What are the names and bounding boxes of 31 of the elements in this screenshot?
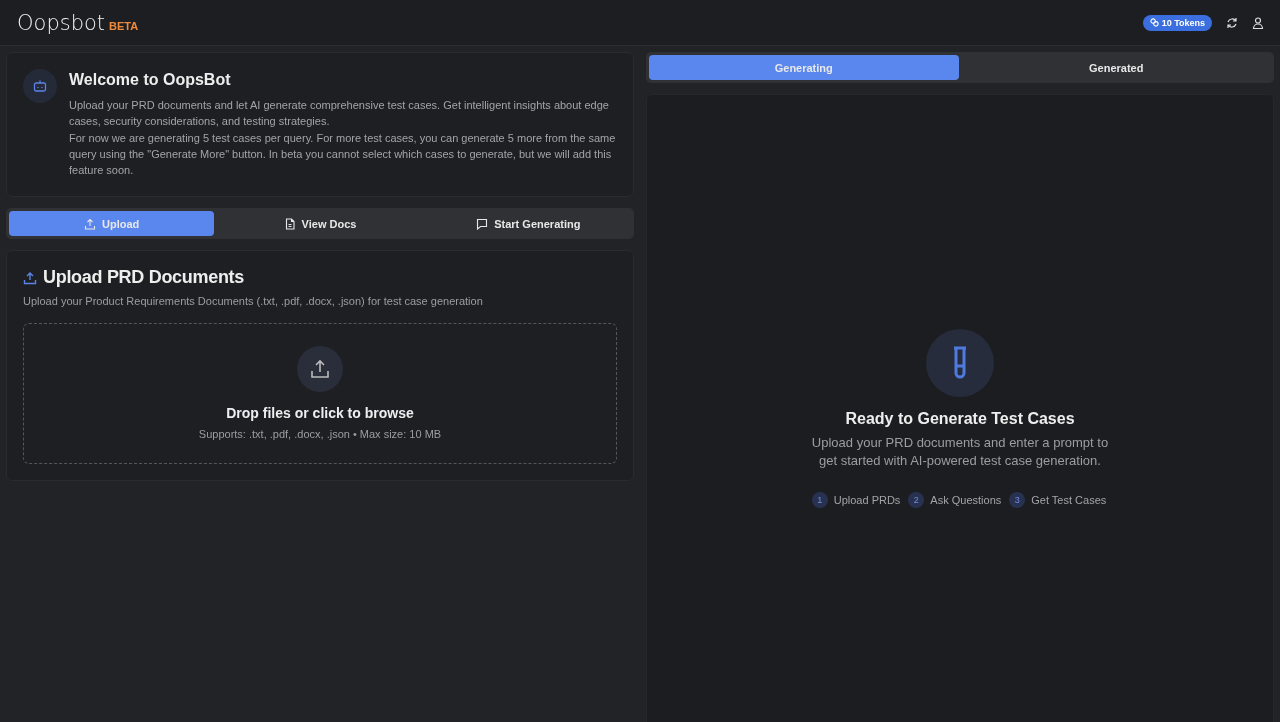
tab[interactable]: Start Generating bbox=[425, 211, 631, 237]
upload-icon bbox=[297, 346, 343, 393]
step-number: 2 bbox=[908, 492, 925, 508]
step-number: 3 bbox=[1009, 492, 1026, 508]
upload-title: Upload PRD Documents bbox=[43, 267, 245, 289]
drop-title: Drop files or click to browse bbox=[226, 405, 414, 422]
welcome-text: Upload your PRD documents and let AI generate comprehensive test cases. Get intelligent insights about edge cases, security considerations, and testing strategies. bbox=[69, 98, 610, 130]
empty-text: Upload your PRD documents and enter a prompt to get started with AI-powered test case generation. bbox=[810, 434, 1110, 469]
coins-icon bbox=[1149, 18, 1159, 27]
user-button[interactable] bbox=[1252, 16, 1264, 29]
step-number: 1 bbox=[811, 492, 828, 508]
app-logo: Oopsbot bbox=[17, 10, 106, 35]
step-label: Ask Questions bbox=[930, 494, 1002, 506]
upload-icon bbox=[23, 271, 37, 285]
tokens-badge[interactable]: 10 Tokens bbox=[1142, 14, 1212, 31]
document-icon bbox=[283, 218, 296, 230]
drop-zone[interactable]: Drop files or click to browse Supports: .txt, .pdf, .docx, .json • Max size: 10 MB bbox=[23, 323, 617, 465]
chat-icon bbox=[476, 218, 489, 230]
empty-title: Ready to Generate Test Cases bbox=[845, 410, 1075, 428]
upload-icon bbox=[84, 218, 96, 230]
tab[interactable]: Generated bbox=[961, 55, 1271, 80]
beta-label: BETA bbox=[109, 19, 139, 32]
upload-subtitle: Upload your Product Requirements Documents (.txt, .pdf, .docx, .json) for test case generation bbox=[23, 295, 484, 308]
robot-icon bbox=[23, 69, 57, 103]
refresh-button[interactable] bbox=[1226, 16, 1238, 29]
tab[interactable]: View Docs bbox=[217, 211, 423, 237]
step-label: Upload PRDs bbox=[833, 494, 901, 506]
drop-hint: Supports: .txt, .pdf, .docx, .json • Max size: 10 MB bbox=[198, 428, 442, 441]
welcome-title: Welcome to OopsBot bbox=[69, 71, 232, 89]
welcome-text: For now we are generating 5 test cases per query. For more test cases, you can generate 5 more from the same query using the "Generate More" button. In beta you cannot select which cases to generate, but we will add this feature soon. bbox=[69, 130, 617, 179]
step-label: Get Test Cases bbox=[1031, 494, 1107, 506]
